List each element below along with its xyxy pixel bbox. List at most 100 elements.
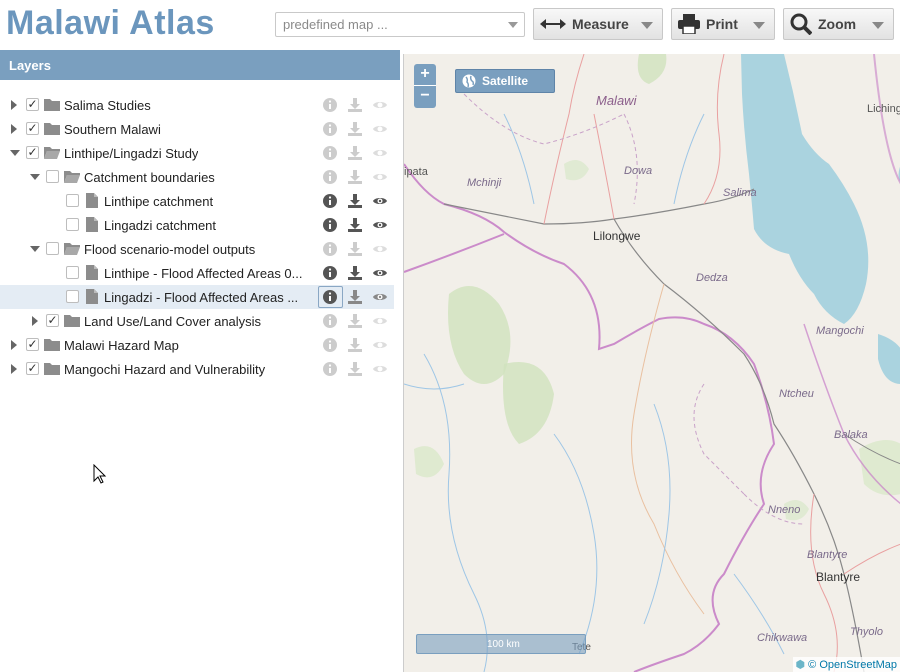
chevron-down-icon (753, 22, 765, 29)
eye-icon[interactable] (372, 241, 388, 257)
layer-mangochi-hazard-vulnerability[interactable]: ✓ Mangochi Hazard and Vulnerability (0, 357, 394, 381)
info-icon[interactable] (322, 361, 338, 377)
folder-open-icon (44, 147, 60, 159)
eye-icon[interactable] (372, 289, 388, 305)
layer-checkbox[interactable]: ✓ (26, 98, 39, 111)
layer-checkbox[interactable] (66, 266, 79, 279)
layer-checkbox[interactable]: ✓ (26, 146, 39, 159)
download-icon[interactable] (347, 265, 363, 281)
info-icon[interactable] (322, 241, 338, 257)
download-icon[interactable] (347, 241, 363, 257)
map-label-thyolo: Thyolo (850, 626, 884, 638)
info-icon[interactable] (322, 145, 338, 161)
layer-catchment-boundaries[interactable]: Catchment boundaries (0, 165, 394, 189)
print-icon (678, 14, 700, 34)
layer-southern-malawi[interactable]: ✓ Southern Malawi (0, 117, 394, 141)
app-header: Malawi Atlas predefined map ... Measure … (0, 0, 900, 50)
layer-label: Mangochi Hazard and Vulnerability (64, 362, 266, 377)
download-icon[interactable] (347, 217, 363, 233)
zoom-button[interactable]: Zoom (783, 8, 894, 40)
info-icon[interactable] (322, 193, 338, 209)
layer-label: Lingadzi - Flood Affected Areas ... (104, 290, 299, 305)
info-icon[interactable] (322, 121, 338, 137)
chevron-down-icon (641, 22, 653, 29)
info-icon[interactable] (322, 337, 338, 353)
map-label-blantyre-district: Blantyre (807, 549, 848, 561)
map-label-ntcheu: Ntcheu (779, 388, 814, 400)
eye-icon[interactable] (372, 361, 388, 377)
info-icon[interactable] (322, 97, 338, 113)
expand-toggle[interactable] (11, 364, 17, 374)
info-icon[interactable] (322, 265, 338, 281)
download-icon[interactable] (347, 313, 363, 329)
download-icon[interactable] (347, 337, 363, 353)
layer-checkbox[interactable]: ✓ (26, 122, 39, 135)
layer-land-use-land-cover[interactable]: ✓ Land Use/Land Cover analysis (0, 309, 394, 333)
eye-icon[interactable] (372, 193, 388, 209)
layer-checkbox[interactable] (66, 194, 79, 207)
layer-lingadzi-catchment[interactable]: Lingadzi catchment (0, 213, 394, 237)
layer-checkbox[interactable] (46, 242, 59, 255)
zoom-in-button[interactable]: + (414, 64, 436, 85)
file-icon (86, 289, 98, 304)
eye-icon[interactable] (372, 97, 388, 113)
layer-label: Salima Studies (64, 98, 151, 113)
info-icon[interactable] (322, 289, 338, 305)
layer-lingadzi-flood-affected-areas[interactable]: Lingadzi - Flood Affected Areas ... (0, 285, 394, 309)
layer-label: Flood scenario-model outputs (84, 242, 256, 257)
layer-label: Linthipe catchment (104, 194, 214, 209)
map-label-lichinga: Lichinga (867, 103, 900, 115)
download-icon[interactable] (347, 121, 363, 137)
layer-checkbox[interactable]: ✓ (26, 338, 39, 351)
chevron-down-icon (508, 22, 518, 28)
eye-icon[interactable] (372, 217, 388, 233)
layer-checkbox[interactable] (46, 170, 59, 183)
eye-icon[interactable] (372, 337, 388, 353)
predefined-map-select[interactable]: predefined map ... (275, 12, 525, 37)
print-button[interactable]: Print (671, 8, 775, 40)
download-icon[interactable] (347, 361, 363, 377)
download-icon[interactable] (347, 169, 363, 185)
attribution-link[interactable]: © OpenStreetMap (808, 659, 897, 671)
eye-icon[interactable] (372, 121, 388, 137)
expand-toggle[interactable] (11, 124, 17, 134)
collapse-toggle[interactable] (10, 150, 20, 156)
layer-linthipe-catchment[interactable]: Linthipe catchment (0, 189, 394, 213)
satellite-button[interactable]: Satellite (455, 69, 555, 93)
info-icon[interactable] (322, 217, 338, 233)
eye-icon[interactable] (372, 313, 388, 329)
layers-header: Layers (0, 50, 400, 80)
layer-checkbox[interactable]: ✓ (46, 314, 59, 327)
collapse-toggle[interactable] (30, 174, 40, 180)
map-view[interactable]: + − Satellite Malawi Lichinga ipata Mchi… (403, 54, 900, 672)
layer-checkbox[interactable] (66, 218, 79, 231)
layer-linthipe-flood-affected-areas[interactable]: Linthipe - Flood Affected Areas 0... (0, 261, 394, 285)
layer-checkbox[interactable]: ✓ (26, 362, 39, 375)
layer-flood-scenario-model-outputs[interactable]: Flood scenario-model outputs (0, 237, 394, 261)
layer-salima-studies[interactable]: ✓ Salima Studies (0, 93, 394, 117)
eye-icon[interactable] (372, 145, 388, 161)
expand-toggle[interactable] (11, 100, 17, 110)
satellite-label: Satellite (482, 74, 529, 88)
map-label-salima: Salima (723, 187, 757, 199)
layer-label: Linthipe/Lingadzi Study (64, 146, 199, 161)
chevron-down-icon (872, 22, 884, 29)
layer-linthipe-lingadzi-study[interactable]: ✓ Linthipe/Lingadzi Study (0, 141, 394, 165)
layer-checkbox[interactable] (66, 290, 79, 303)
expand-toggle[interactable] (32, 316, 38, 326)
info-icon[interactable] (322, 313, 338, 329)
collapse-toggle[interactable] (30, 246, 40, 252)
file-icon (86, 193, 98, 208)
download-icon[interactable] (347, 145, 363, 161)
expand-toggle[interactable] (11, 340, 17, 350)
info-icon[interactable] (322, 169, 338, 185)
eye-icon[interactable] (372, 265, 388, 281)
zoom-out-button[interactable]: − (414, 86, 436, 107)
download-icon[interactable] (347, 97, 363, 113)
download-icon[interactable] (347, 289, 363, 305)
layer-malawi-hazard-map[interactable]: ✓ Malawi Hazard Map (0, 333, 394, 357)
measure-button[interactable]: Measure (533, 8, 663, 40)
download-icon[interactable] (347, 193, 363, 209)
eye-icon[interactable] (372, 169, 388, 185)
measure-icon (540, 19, 566, 29)
